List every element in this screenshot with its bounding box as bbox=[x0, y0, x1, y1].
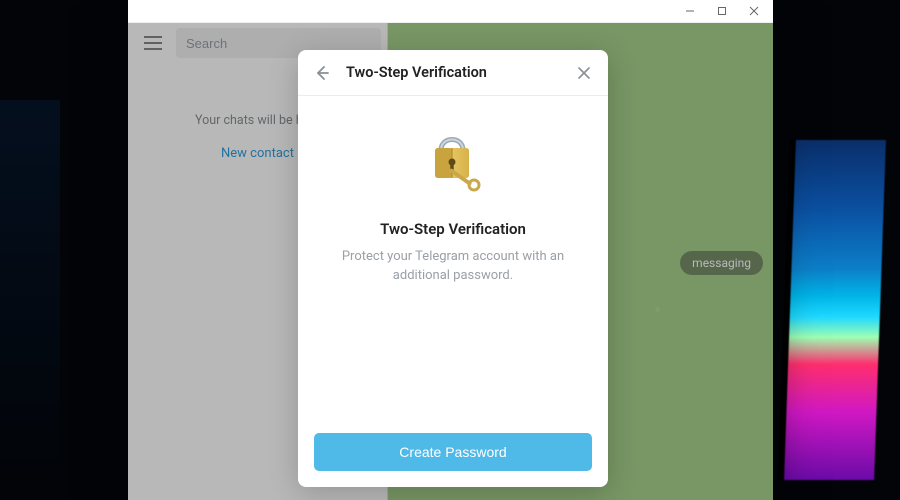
modal-header: Two-Step Verification bbox=[298, 50, 608, 96]
window-titlebar bbox=[128, 0, 773, 23]
modal-close-button[interactable] bbox=[570, 59, 598, 87]
modal-subtext: Protect your Telegram account with an ad… bbox=[333, 248, 573, 286]
modal-back-button[interactable] bbox=[308, 59, 336, 87]
app-body: Your chats will be here New contact mess… bbox=[128, 23, 773, 500]
create-password-button[interactable]: Create Password bbox=[314, 433, 592, 471]
wallpaper-glow-left bbox=[0, 100, 60, 480]
lock-icon bbox=[421, 124, 485, 200]
modal-body: Two-Step Verification Protect your Teleg… bbox=[298, 96, 608, 433]
window-close-button[interactable] bbox=[739, 2, 769, 20]
window-maximize-button[interactable] bbox=[707, 2, 737, 20]
modal-heading: Two-Step Verification bbox=[380, 220, 526, 238]
close-icon bbox=[577, 66, 591, 80]
arrow-left-icon bbox=[313, 64, 331, 82]
window-minimize-button[interactable] bbox=[675, 2, 705, 20]
modal-footer: Create Password bbox=[298, 433, 608, 487]
modal-title: Two-Step Verification bbox=[346, 64, 487, 81]
two-step-verification-modal: Two-Step Verification bbox=[298, 50, 608, 487]
wallpaper-glow-right bbox=[784, 140, 886, 480]
app-window: Your chats will be here New contact mess… bbox=[128, 0, 773, 500]
